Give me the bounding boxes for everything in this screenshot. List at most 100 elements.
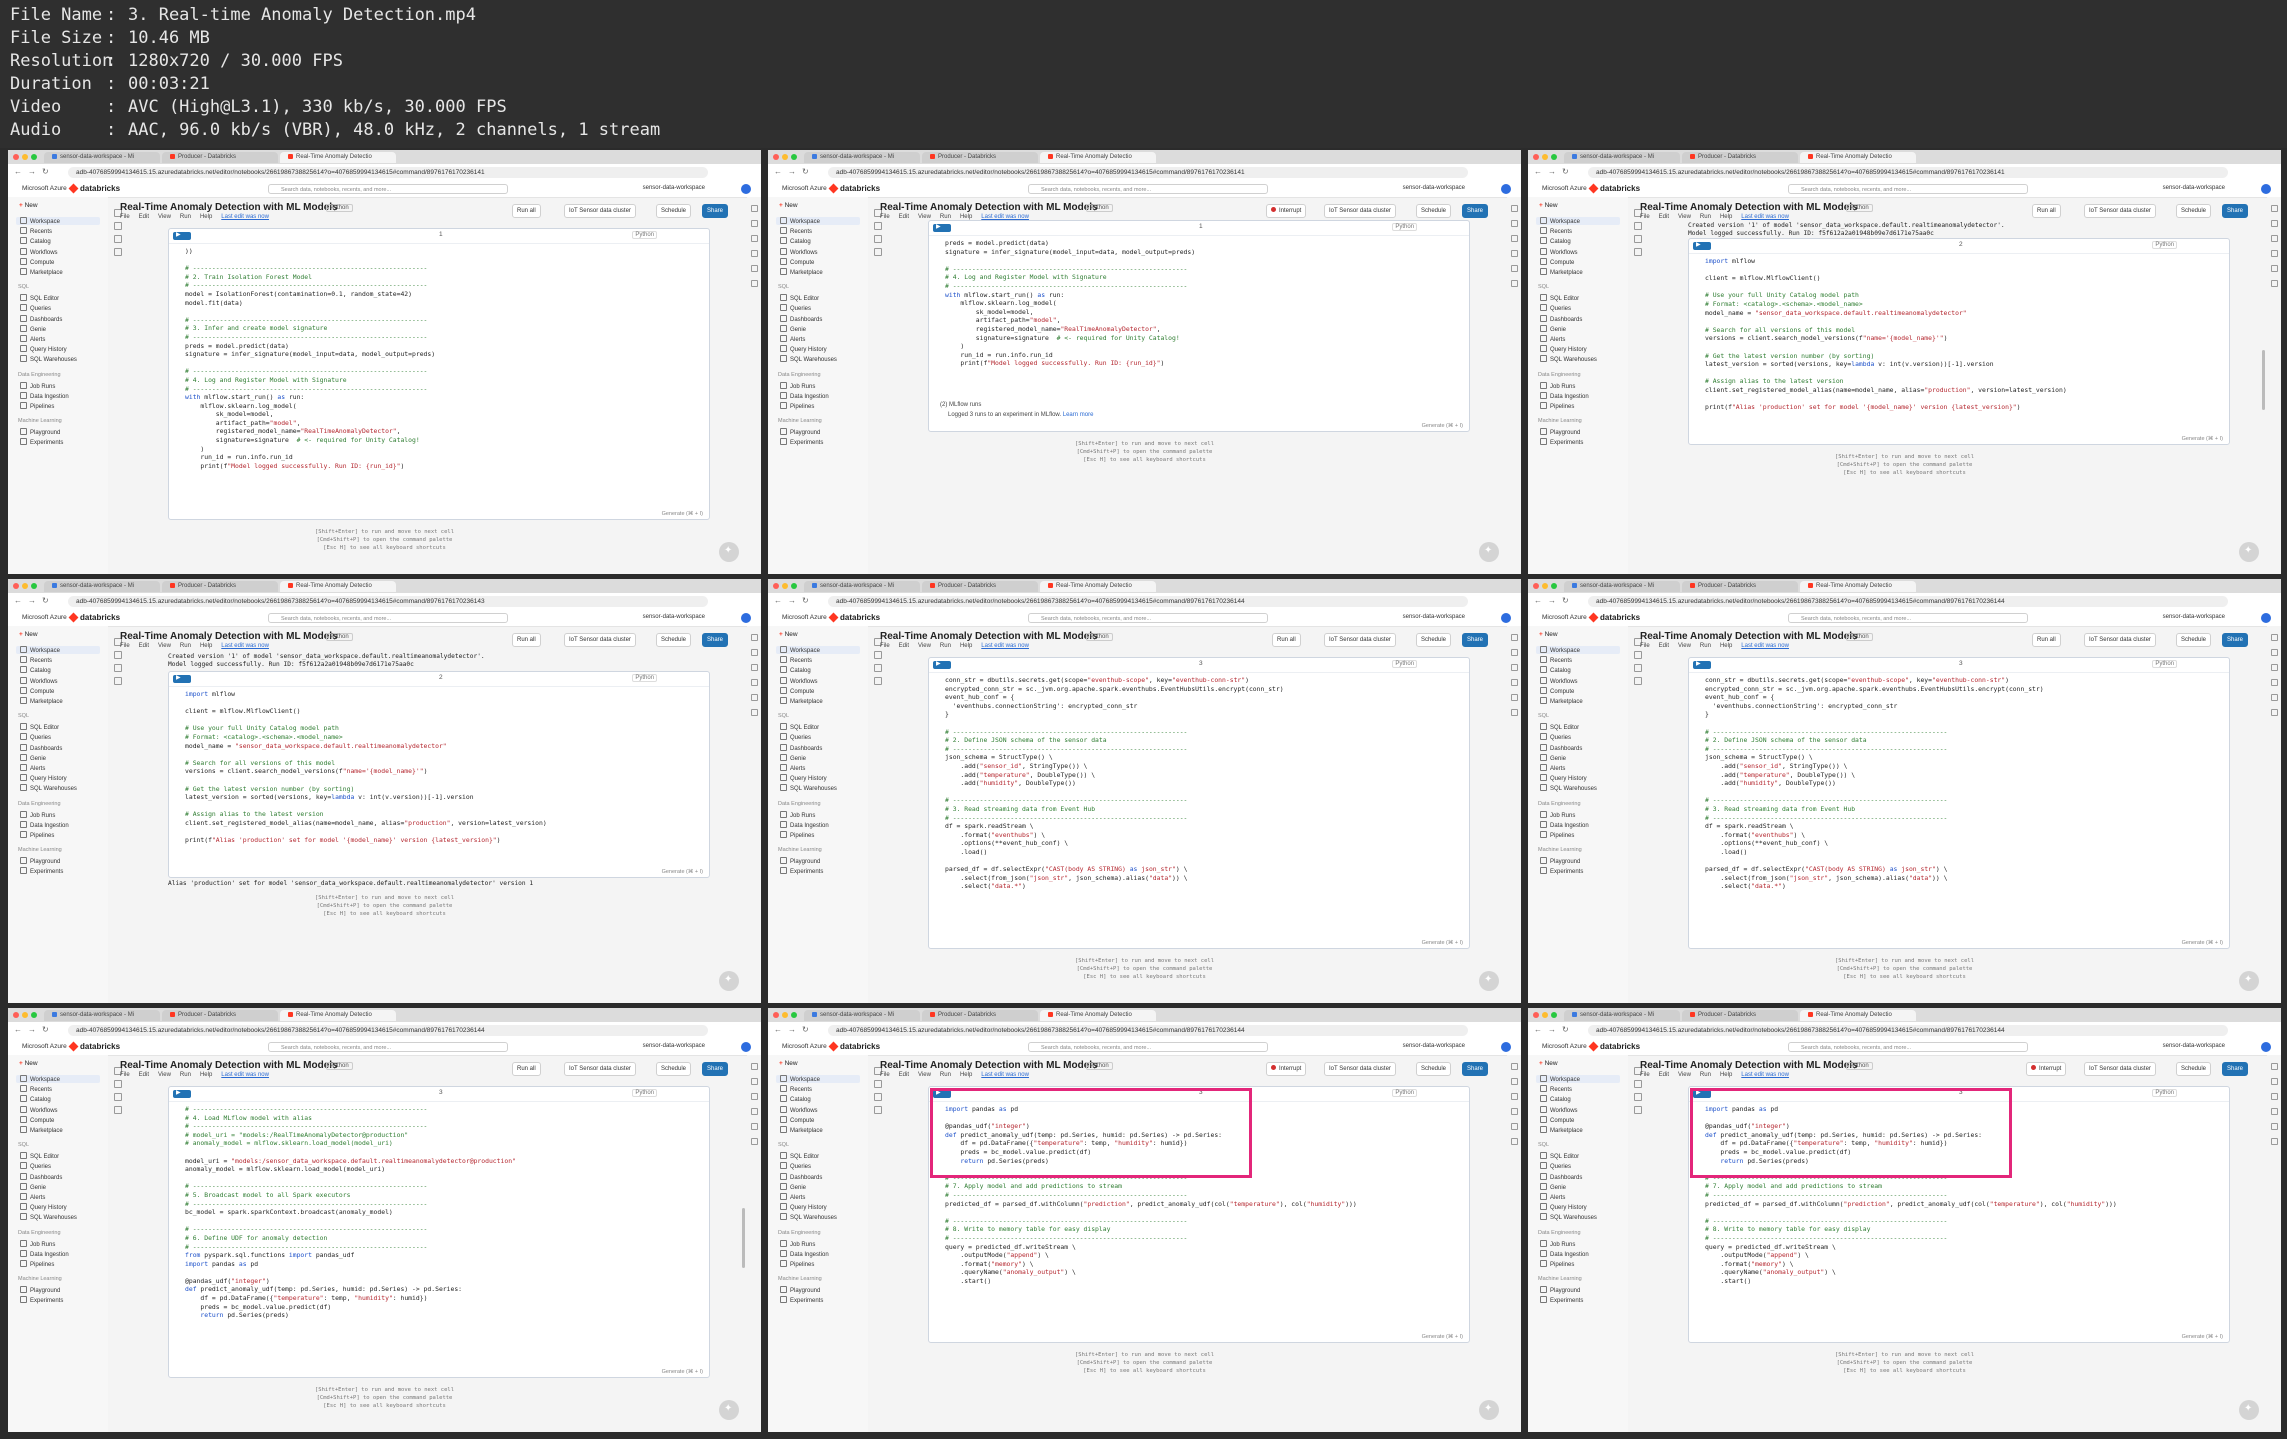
sidebar-item[interactable]: Job Runs [1540, 381, 1575, 390]
sidebar-item[interactable]: Dashboards [780, 1172, 822, 1181]
new-button[interactable]: New [776, 630, 816, 640]
sidebar-item[interactable]: Workspace [776, 217, 860, 225]
menu-item[interactable]: Edit [899, 643, 909, 649]
sidebar-item[interactable]: Alerts [780, 335, 805, 343]
interrupt-button[interactable]: Interrupt [2026, 1062, 2067, 1076]
browser-tab-active[interactable]: Real-Time Anomaly Detectio [1800, 152, 1916, 163]
sidebar-item[interactable]: Job Runs [780, 810, 815, 819]
run-cell-button[interactable] [1693, 660, 1711, 669]
sidebar-item[interactable]: Workspace [1536, 1075, 1620, 1083]
last-edit-link[interactable]: Last edit was now [981, 1072, 1029, 1078]
cell-language[interactable]: Python [632, 231, 657, 239]
browser-tab[interactable]: Producer - Databricks [1682, 152, 1798, 163]
sidebar-item[interactable]: Recents [1540, 227, 1572, 235]
databricks-logo[interactable]: databricks [830, 1042, 880, 1051]
notebook-title[interactable]: Real-Time Anomaly Detection with ML Mode… [1640, 631, 1858, 642]
menu-item[interactable]: Run [1700, 214, 1711, 220]
sidebar-item[interactable]: Data Ingestion [1540, 820, 1589, 829]
global-search-input[interactable]: Search data, notebooks, recents, and mor… [1028, 613, 1268, 623]
assistant-icon[interactable] [2239, 971, 2259, 991]
new-button[interactable]: New [16, 1059, 56, 1069]
share-button[interactable]: Share [1462, 1062, 1489, 1076]
sidebar-item[interactable]: Workflows [780, 1105, 818, 1114]
rail-icon[interactable] [750, 280, 758, 287]
global-search-input[interactable]: Search data, notebooks, recents, and mor… [1788, 613, 2028, 623]
rail-icon[interactable] [1510, 220, 1518, 227]
sidebar-item[interactable]: Alerts [1540, 335, 1565, 343]
code-editor[interactable]: # --------------------------------------… [185, 1105, 701, 1371]
window-control-icon[interactable] [773, 1012, 779, 1018]
sidebar-item[interactable]: SQL Warehouses [1540, 355, 1597, 363]
sidebar-item[interactable]: Compute [20, 257, 54, 266]
code-cell[interactable]: 2 Python import mlflow client = mlflow.Mlf… [1688, 238, 2230, 445]
url-input[interactable]: adb-4076859994134615.15.azuredatabricks.… [68, 596, 708, 607]
rail-icon[interactable] [2270, 1123, 2278, 1130]
url-input[interactable]: adb-4076859994134615.15.azuredatabricks.… [1588, 596, 2228, 607]
cell-language[interactable]: Python [1392, 660, 1417, 668]
global-search-input[interactable]: Search data, notebooks, recents, and mor… [1028, 184, 1268, 194]
sidebar-item[interactable]: Workspace [16, 217, 100, 225]
new-button[interactable]: New [776, 1059, 816, 1069]
sidebar-item[interactable]: Pipelines [20, 402, 54, 410]
sidebar-item[interactable]: Job Runs [1540, 810, 1575, 819]
databricks-logo[interactable]: databricks [1590, 1042, 1640, 1051]
rail-icon[interactable] [2270, 250, 2278, 257]
cell-language[interactable]: Python [1392, 223, 1417, 231]
sidebar-item[interactable]: SQL Editor [1540, 294, 1579, 302]
menu-item[interactable]: Edit [139, 214, 149, 220]
sidebar-item[interactable]: Genie [20, 753, 46, 762]
tool-icon[interactable] [874, 1106, 882, 1114]
schedule-button[interactable]: Schedule [2176, 1062, 2212, 1076]
tool-icon[interactable] [1634, 1106, 1642, 1114]
rail-icon[interactable] [1510, 664, 1518, 671]
sidebar-item[interactable]: Recents [780, 227, 812, 235]
notebook-title[interactable]: Real-Time Anomaly Detection with ML Mode… [1640, 1060, 1858, 1071]
tool-icon[interactable] [1634, 222, 1642, 230]
browser-tab[interactable]: sensor-data-workspace - Mi [804, 1010, 920, 1021]
tool-icon[interactable] [114, 222, 122, 230]
browser-tab-active[interactable]: Real-Time Anomaly Detectio [280, 152, 396, 163]
rail-icon[interactable] [2270, 1108, 2278, 1115]
menu-item[interactable]: View [1678, 643, 1691, 649]
sidebar-item[interactable]: Workflows [780, 676, 818, 685]
sidebar-item[interactable]: Query History [1540, 345, 1587, 353]
tool-icon[interactable] [114, 1080, 122, 1088]
rail-icon[interactable] [2270, 709, 2278, 716]
menu-item[interactable]: Help [200, 1072, 212, 1078]
sidebar-item[interactable]: Compute [1540, 686, 1574, 695]
databricks-logo[interactable]: databricks [830, 613, 880, 622]
browser-tab[interactable]: sensor-data-workspace - Mi [1564, 152, 1680, 163]
global-search-input[interactable]: Search data, notebooks, recents, and mor… [268, 184, 508, 194]
tool-icon[interactable] [874, 1080, 882, 1088]
sidebar-item[interactable]: Workflows [20, 1105, 58, 1114]
browser-tab-active[interactable]: Real-Time Anomaly Detectio [1800, 581, 1916, 592]
sidebar-item[interactable]: Dashboards [20, 743, 62, 752]
menu-item[interactable]: File [1640, 214, 1650, 220]
run-all-button[interactable]: Run all [512, 1062, 541, 1076]
schedule-button[interactable]: Schedule [1416, 204, 1452, 218]
interrupt-button[interactable]: Interrupt [1266, 204, 1307, 218]
window-control-icon[interactable] [1533, 154, 1539, 160]
sidebar-item[interactable]: Job Runs [1540, 1239, 1575, 1248]
user-avatar[interactable] [1501, 613, 1511, 623]
schedule-button[interactable]: Schedule [2176, 633, 2212, 647]
sidebar-item[interactable]: Genie [1540, 324, 1566, 333]
url-input[interactable]: adb-4076859994134615.15.azuredatabricks.… [1588, 1025, 2228, 1036]
rail-icon[interactable] [2270, 1078, 2278, 1085]
sidebar-item[interactable]: Pipelines [780, 402, 814, 410]
share-button[interactable]: Share [1462, 204, 1489, 218]
workspace-switcher[interactable]: sensor-data-workspace [643, 614, 705, 620]
sidebar-item[interactable]: Marketplace [20, 1126, 63, 1134]
rail-icon[interactable] [750, 1063, 758, 1070]
menu-item[interactable]: Help [960, 1072, 972, 1078]
url-input[interactable]: adb-4076859994134615.15.azuredatabricks.… [828, 167, 1468, 178]
notebook-title[interactable]: Real-Time Anomaly Detection with ML Mode… [1640, 202, 1858, 213]
tool-icon[interactable] [874, 248, 882, 256]
window-control-icon[interactable] [13, 583, 19, 589]
sidebar-item[interactable]: Playground [20, 1286, 60, 1294]
sidebar-item[interactable]: Experiments [1540, 438, 1583, 446]
forward-icon[interactable]: → [1548, 1025, 1556, 1034]
rail-icon[interactable] [2270, 649, 2278, 656]
sidebar-item[interactable]: Playground [780, 1286, 820, 1294]
rail-icon[interactable] [2270, 634, 2278, 641]
